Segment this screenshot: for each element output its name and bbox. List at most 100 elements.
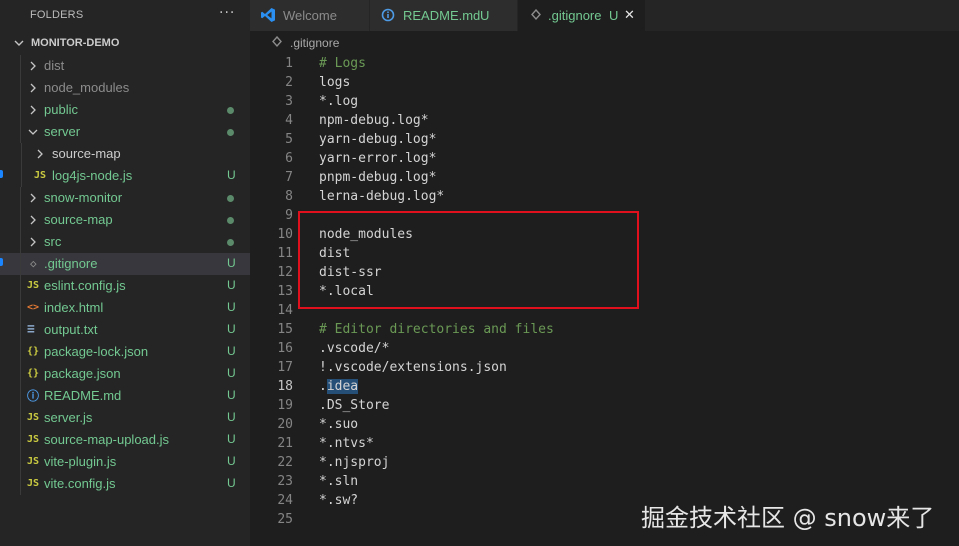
file-tree-item[interactable]: JS vite-plugin.js U: [0, 451, 250, 473]
file-tree-item[interactable]: JS log4js-node.js U: [0, 165, 250, 187]
git-status-badge: U: [227, 168, 236, 182]
file-tree-item-label: server.js: [44, 410, 93, 425]
explorer-header: FOLDERS ···: [0, 0, 250, 31]
scroll-marker: [0, 170, 3, 178]
code-line[interactable]: 20 *.suo: [250, 415, 959, 434]
indent-guide: [20, 363, 21, 385]
code-line[interactable]: 21 *.ntvs*: [250, 434, 959, 453]
javascript-file-icon: JS: [27, 456, 40, 467]
gitignore-icon: [272, 36, 282, 48]
code-editor[interactable]: 1 # Logs 2 logs 3 *.log 4 npm-debug.log* 5 yarn-d…: [250, 53, 959, 546]
code-line[interactable]: 22 *.njsproj: [250, 453, 959, 472]
line-number: 7: [285, 170, 293, 185]
chevron-right-icon: [30, 61, 36, 71]
close-icon[interactable]: ✕: [624, 7, 635, 23]
tab-welcome[interactable]: Welcome: [250, 0, 370, 31]
line-number: 16: [277, 341, 293, 356]
chevron-down-icon: [28, 129, 38, 135]
git-status-badge: U: [227, 322, 236, 336]
indent-guide: [20, 451, 21, 473]
indent-guide: [20, 99, 21, 121]
code-line[interactable]: 6 yarn-error.log*: [250, 149, 959, 168]
line-number: 24: [277, 493, 293, 508]
code-line[interactable]: 7 pnpm-debug.log*: [250, 168, 959, 187]
git-status-badge: U: [227, 256, 236, 270]
git-status-badge: U: [227, 454, 236, 468]
code-line[interactable]: 23 *.sln: [250, 472, 959, 491]
file-tree-item-label: snow-monitor: [44, 190, 123, 205]
file-tree-item[interactable]: src: [0, 231, 250, 253]
file-tree-item-label: source-map: [44, 212, 113, 227]
file-tree-item[interactable]: ◇ .gitignore U: [0, 253, 250, 275]
code-line[interactable]: 3 *.log: [250, 92, 959, 111]
code-text: .DS_Store: [319, 398, 390, 413]
line-number: 1: [285, 56, 293, 71]
code-text: .idea: [319, 379, 359, 394]
code-text: yarn-debug.log*: [319, 132, 437, 147]
code-line[interactable]: 14: [250, 301, 959, 320]
code-line[interactable]: 18 .idea: [250, 377, 959, 396]
tab-gitignore[interactable]: .gitignore U ✕: [518, 0, 646, 31]
git-status-badge: U: [227, 410, 236, 424]
file-tree-item-label: .gitignore: [44, 256, 98, 271]
git-status-badge: U: [227, 476, 236, 490]
code-text: *.suo: [319, 417, 359, 432]
json-file-icon: {}: [27, 368, 40, 379]
file-tree-item[interactable]: source-map: [0, 143, 250, 165]
indent-guide: [20, 407, 21, 429]
code-line[interactable]: 17 !.vscode/extensions.json: [250, 358, 959, 377]
line-number: 20: [277, 417, 293, 432]
chevron-right-icon: [37, 149, 43, 159]
chevron-right-icon: [30, 237, 36, 247]
indent-guide: [20, 275, 21, 297]
modified-dot-icon: [227, 107, 234, 114]
code-line[interactable]: 12 dist-ssr: [250, 263, 959, 282]
code-text: yarn-error.log*: [319, 151, 437, 166]
file-tree-item[interactable]: JS server.js U: [0, 407, 250, 429]
more-actions-icon[interactable]: ···: [219, 5, 235, 21]
code-line[interactable]: 1 # Logs: [250, 54, 959, 73]
javascript-file-icon: JS: [34, 170, 47, 181]
file-tree-item[interactable]: server: [0, 121, 250, 143]
code-line[interactable]: 15 # Editor directories and files: [250, 320, 959, 339]
file-tree-item[interactable]: ≡ output.txt U: [0, 319, 250, 341]
line-number: 14: [277, 303, 293, 318]
indent-guide: [20, 121, 21, 143]
gitignore-icon: ◇: [30, 257, 37, 270]
workspace-root-folder[interactable]: MONITOR-DEMO: [0, 33, 250, 55]
javascript-file-icon: JS: [27, 412, 40, 423]
file-tree-item[interactable]: JS source-map-upload.js U: [0, 429, 250, 451]
text-file-icon: ≡: [27, 322, 35, 337]
file-tree-item[interactable]: dist: [0, 55, 250, 77]
breadcrumb-file[interactable]: .gitignore: [290, 36, 339, 50]
code-line[interactable]: 5 yarn-debug.log*: [250, 130, 959, 149]
code-text: pnpm-debug.log*: [319, 170, 437, 185]
code-line[interactable]: 9: [250, 206, 959, 225]
code-line[interactable]: 16 .vscode/*: [250, 339, 959, 358]
markdown-info-icon: ⓘ: [27, 389, 40, 403]
code-line[interactable]: 11 dist: [250, 244, 959, 263]
code-line[interactable]: 19 .DS_Store: [250, 396, 959, 415]
file-tree-item[interactable]: snow-monitor: [0, 187, 250, 209]
git-status-badge: U: [227, 432, 236, 446]
file-tree-item[interactable]: source-map: [0, 209, 250, 231]
file-tree-item[interactable]: {} package.json U: [0, 363, 250, 385]
file-tree-item[interactable]: JS vite.config.js U: [0, 473, 250, 495]
file-tree: dist node_modules public server source-map JS…: [0, 55, 250, 495]
file-tree-item-label: dist: [44, 58, 65, 73]
file-tree-item[interactable]: JS eslint.config.js U: [0, 275, 250, 297]
explorer-sidebar: FOLDERS ··· MONITOR-DEMO dist node_module…: [0, 0, 250, 546]
file-tree-item[interactable]: node_modules: [0, 77, 250, 99]
file-tree-item[interactable]: ⓘ README.md U: [0, 385, 250, 407]
code-line[interactable]: 8 lerna-debug.log*: [250, 187, 959, 206]
chevron-down-icon: [14, 40, 24, 46]
tab-readme[interactable]: README.md U: [370, 0, 518, 31]
code-line[interactable]: 2 logs: [250, 73, 959, 92]
file-tree-item[interactable]: <> index.html U: [0, 297, 250, 319]
file-tree-item[interactable]: public: [0, 99, 250, 121]
indent-guide: [20, 341, 21, 363]
file-tree-item[interactable]: {} package-lock.json U: [0, 341, 250, 363]
code-line[interactable]: 13 *.local: [250, 282, 959, 301]
code-line[interactable]: 10 node_modules: [250, 225, 959, 244]
code-line[interactable]: 4 npm-debug.log*: [250, 111, 959, 130]
